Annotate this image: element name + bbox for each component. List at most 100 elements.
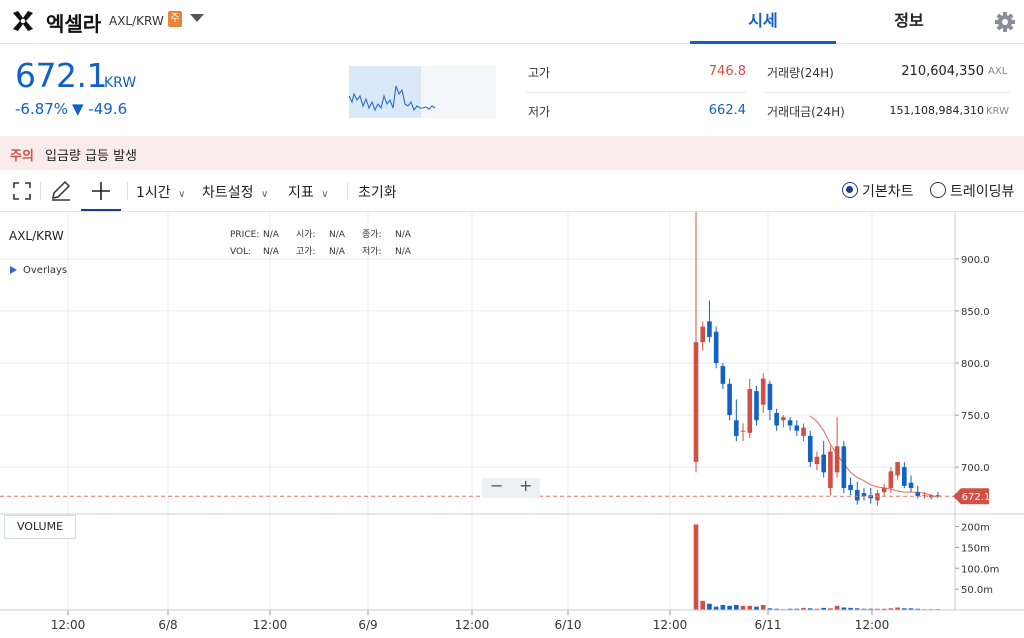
price-chart[interactable]: 12:00 6/8 12:00 6/9 12:00 6/10 12:00 6/11 12:00 9…	[0, 212, 1024, 638]
chart-toolbar: 1시간 ∨ 차트설정 ∨ 지표 ∨ 초기화 기본차트 트레이딩뷰	[0, 170, 1024, 212]
volume-bar	[734, 604, 739, 610]
warning-tag: 주의	[10, 149, 34, 164]
chart-axes: 12:00 6/8 12:00 6/9 12:00 6/10 12:00 6/11 12:00 9…	[0, 212, 1024, 632]
high-label: 고가	[528, 66, 551, 80]
candle-body	[848, 484, 853, 491]
stat-divider	[765, 92, 1010, 93]
chart-grid	[0, 212, 955, 610]
tab-info[interactable]: 정보	[836, 0, 982, 44]
price-unit: KRW	[104, 75, 137, 91]
candle-body	[740, 430, 746, 432]
mini-price-chart	[349, 66, 496, 118]
x-axis-label: 12:00	[253, 618, 288, 632]
axelar-logo-icon	[13, 11, 33, 31]
ohlc-legend: PRICE: N/A 시가: N/A 종가: N/A VOL: N/A 고가: …	[230, 229, 412, 257]
tradingview-label[interactable]: 트레이딩뷰	[950, 181, 1014, 201]
x-axis-label: 6/11	[755, 618, 782, 632]
toolbar-divider	[127, 182, 128, 200]
pencil-icon[interactable]	[49, 179, 73, 203]
candle-body	[814, 456, 820, 465]
volume-bar	[747, 605, 753, 610]
volume-bar	[693, 524, 699, 610]
x-axis-label: 12:00	[51, 618, 86, 632]
change-rate: -6.87%	[15, 100, 69, 118]
candle-body	[734, 420, 739, 436]
candle-body	[875, 493, 880, 501]
x-axis-label: 6/10	[555, 618, 582, 632]
fullscreen-icon[interactable]	[10, 179, 34, 203]
legend-vol-value: N/A	[263, 247, 280, 257]
candle-body	[801, 427, 806, 436]
candle-body	[713, 331, 719, 363]
candle-body	[881, 487, 887, 493]
volume-bars	[693, 524, 941, 610]
candle-body	[787, 420, 793, 426]
chart-settings-label: 차트설정	[202, 185, 254, 201]
candle-body	[781, 417, 786, 421]
indicators-label: 지표	[288, 185, 314, 201]
y-axis-label: 850.0	[961, 307, 990, 318]
overlays-toggle[interactable]: Overlays	[10, 265, 67, 276]
y-axis-label: 750.0	[961, 411, 990, 422]
gear-icon[interactable]	[992, 9, 1018, 35]
candlestick-chart-svg[interactable]: 12:00 6/8 12:00 6/9 12:00 6/10 12:00 6/11 12:00 9…	[0, 212, 1024, 638]
chart-symbol: AXL/KRW	[9, 229, 64, 243]
legend-high-label: 고가:	[296, 246, 316, 257]
zoom-controls: − +	[482, 476, 540, 498]
basic-chart-label[interactable]: 기본차트	[862, 181, 914, 201]
coin-pair: AXL/KRW	[109, 14, 164, 28]
volume-axis-label: 150m	[961, 543, 990, 554]
toolbar-divider	[40, 182, 41, 200]
legend-open-value: N/A	[329, 230, 346, 240]
crosshair-icon	[92, 182, 110, 200]
candle-body	[915, 492, 921, 497]
low-label: 저가	[528, 105, 551, 119]
change-amount: ▼ -49.6	[72, 100, 128, 118]
chevron-down-icon[interactable]	[190, 14, 204, 22]
triangle-right-icon	[10, 266, 17, 274]
crosshair-tool[interactable]	[81, 170, 121, 211]
candle-body	[908, 482, 914, 488]
interval-label: 1시간	[136, 185, 171, 201]
candle-body	[754, 391, 759, 421]
reset-button[interactable]: 초기화	[358, 182, 397, 202]
candle-body	[794, 425, 800, 431]
zoom-out-button[interactable]: −	[490, 476, 503, 495]
trade-value-value: 151,108,984,310	[889, 104, 984, 117]
volume-axis-label: 100.0m	[961, 564, 999, 575]
chart-settings-select[interactable]: 차트설정 ∨	[202, 182, 268, 202]
legend-close-label: 종가:	[362, 229, 382, 240]
coin-name[interactable]: 엑셀라	[46, 8, 101, 37]
x-axis-label: 12:00	[855, 618, 890, 632]
legend-high-value: N/A	[329, 247, 346, 257]
candle-body	[767, 383, 773, 410]
candle-body	[895, 461, 900, 476]
volume-bar	[754, 606, 759, 610]
candle-body	[841, 446, 847, 488]
legend-low-label: 저가:	[362, 246, 382, 257]
volume-pane-label: VOLUME	[4, 515, 76, 539]
x-axis-label: 6/8	[158, 618, 177, 632]
trade-value-unit: KRW	[986, 106, 1009, 117]
candle-body	[807, 435, 813, 462]
low-value: 662.4	[708, 103, 746, 118]
volume-axis-label: 200m	[961, 523, 990, 534]
indicators-select[interactable]: 지표 ∨	[288, 182, 329, 202]
zoom-in-button[interactable]: +	[519, 476, 532, 495]
legend-low-value: N/A	[395, 247, 412, 257]
radio-tradingview[interactable]	[930, 182, 946, 198]
candle-body	[854, 490, 860, 501]
header-bar: 엑셀라 AXL/KRW 주 시세 정보	[0, 0, 1024, 44]
radio-basic-chart[interactable]	[842, 182, 858, 198]
candle-body	[902, 467, 907, 486]
warning-banner: 주의 입금량 급등 발생	[0, 136, 1024, 170]
candles	[693, 212, 941, 506]
legend-open-label: 시가:	[296, 229, 316, 240]
candle-body	[727, 383, 732, 416]
interval-select[interactable]: 1시간 ∨	[136, 182, 185, 202]
tab-price[interactable]: 시세	[690, 0, 836, 44]
legend-price-label: PRICE:	[230, 230, 259, 240]
chevron-down-icon: ∨	[178, 189, 186, 200]
candle-body	[888, 471, 894, 488]
volume-label: 거래량(24H)	[767, 66, 834, 80]
